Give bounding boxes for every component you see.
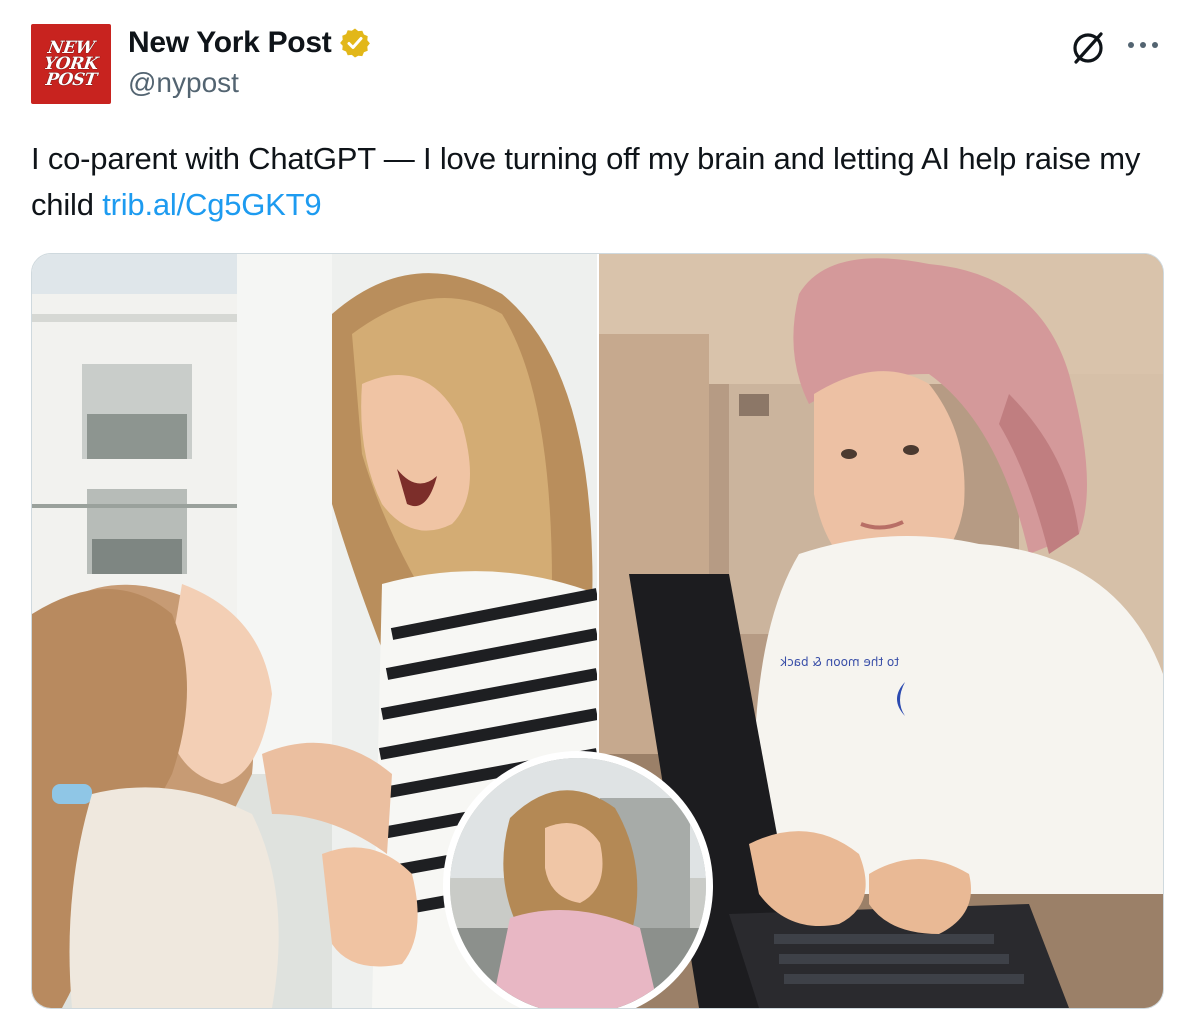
tweet-link[interactable]: trib.al/Cg5GKT9 [102,187,321,222]
inset-portrait-image [450,758,706,1008]
avatar-line-3: POST [44,70,98,90]
shirt-text: to the moon & back [780,655,899,669]
tweet-media[interactable]: to the moon & back [31,253,1164,1009]
nypost-avatar[interactable]: NEW YORK POST [31,24,111,104]
more-icon[interactable] [1123,30,1163,60]
author-name-row[interactable]: New York Post [128,26,371,60]
author-display-name[interactable]: New York Post [128,26,332,60]
grok-icon[interactable] [1068,28,1108,68]
author-handle[interactable]: @nypost [128,67,239,99]
tweet-text: I co-parent with ChatGPT — I love turnin… [31,136,1171,228]
verified-badge-icon[interactable] [339,27,371,59]
inset-portrait[interactable] [443,751,713,1008]
